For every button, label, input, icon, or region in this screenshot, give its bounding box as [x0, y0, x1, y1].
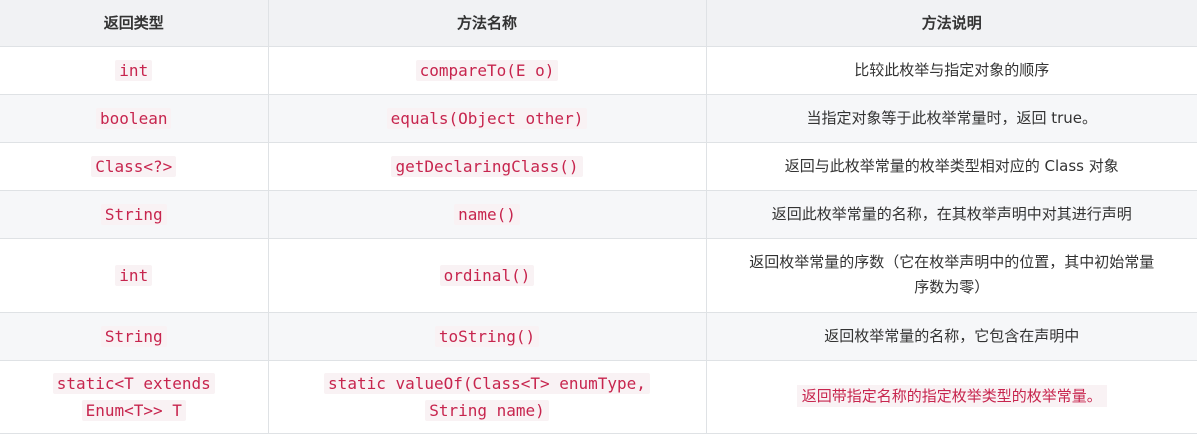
- return-type-cell: int: [0, 45, 269, 95]
- header-method-description: 方法说明: [705, 0, 1197, 47]
- method-description: 返回此枚举常量的名称，在其枚举声明中对其进行声明: [705, 189, 1197, 239]
- method-name: name(): [454, 203, 520, 225]
- method-name: toString(): [434, 325, 540, 347]
- method-name-cell: getDeclaringClass(): [267, 141, 707, 191]
- method-description: 返回与此枚举常量的枚举类型相对应的 Class 对象: [705, 141, 1197, 191]
- table-row: boolean equals(Object other) 当指定对象等于此枚举常…: [0, 93, 1197, 143]
- method-name-cell: compareTo(E o): [267, 45, 707, 95]
- table-row: Class<?> getDeclaringClass() 返回与此枚举常量的枚举…: [0, 141, 1197, 191]
- method-description: 返回枚举常量的名称，它包含在声明中: [705, 311, 1197, 361]
- method-name: ordinal(): [439, 264, 535, 286]
- table-header-row: 返回类型 方法名称 方法说明: [0, 0, 1197, 47]
- table-row: int ordinal() 返回枚举常量的序数（它在枚举声明中的位置，其中初始常…: [0, 237, 1197, 313]
- return-type-line: Enum<T>> T: [81, 399, 186, 421]
- method-description: 返回带指定名称的指定枚举类型的枚举常量。: [796, 385, 1107, 407]
- method-name: getDeclaringClass(): [391, 155, 583, 177]
- method-name: compareTo(E o): [415, 59, 559, 81]
- method-name-cell: static valueOf(Class<T> enumType, String …: [267, 359, 707, 434]
- method-name-cell: name(): [267, 189, 707, 239]
- method-name-line: static valueOf(Class<T> enumType,: [324, 372, 650, 394]
- method-description: 返回枚举常量的序数（它在枚举声明中的位置，其中初始常量 序数为零）: [705, 237, 1197, 313]
- method-description: 当指定对象等于此枚举常量时，返回 true。: [705, 93, 1197, 143]
- return-type-cell: boolean: [0, 93, 269, 143]
- method-description-cell: 返回带指定名称的指定枚举类型的枚举常量。: [705, 359, 1197, 434]
- method-description: 比较此枚举与指定对象的顺序: [705, 45, 1197, 95]
- method-name-cell: toString(): [267, 311, 707, 361]
- return-type: boolean: [96, 107, 172, 129]
- description-line: 序数为零）: [914, 278, 990, 296]
- return-type: int: [115, 264, 153, 286]
- header-return-type: 返回类型: [0, 0, 269, 47]
- return-type-cell: int: [0, 237, 269, 313]
- table-row: String toString() 返回枚举常量的名称，它包含在声明中: [0, 311, 1197, 361]
- return-type-cell: Class<?>: [0, 141, 269, 191]
- method-name-cell: equals(Object other): [267, 93, 707, 143]
- return-type: String: [100, 203, 167, 225]
- method-name: equals(Object other): [386, 107, 588, 129]
- enum-methods-table: 返回类型 方法名称 方法说明 int compareTo(E o) 比较此枚举与…: [0, 0, 1197, 434]
- return-type: int: [115, 59, 153, 81]
- method-name-line: String name): [425, 399, 549, 421]
- return-type-cell: String: [0, 189, 269, 239]
- return-type: Class<?>: [91, 155, 177, 177]
- description-line: 返回枚举常量的序数（它在枚举声明中的位置，其中初始常量: [749, 253, 1155, 271]
- return-type: String: [100, 325, 167, 347]
- table-row: static<T extends Enum<T>> T static valueO…: [0, 359, 1197, 434]
- table-row: String name() 返回此枚举常量的名称，在其枚举声明中对其进行声明: [0, 189, 1197, 239]
- method-name-cell: ordinal(): [267, 237, 707, 313]
- return-type-cell: String: [0, 311, 269, 361]
- header-method-name: 方法名称: [267, 0, 707, 47]
- table-row: int compareTo(E o) 比较此枚举与指定对象的顺序: [0, 45, 1197, 95]
- return-type-line: static<T extends: [52, 372, 215, 394]
- return-type-cell: static<T extends Enum<T>> T: [0, 359, 269, 434]
